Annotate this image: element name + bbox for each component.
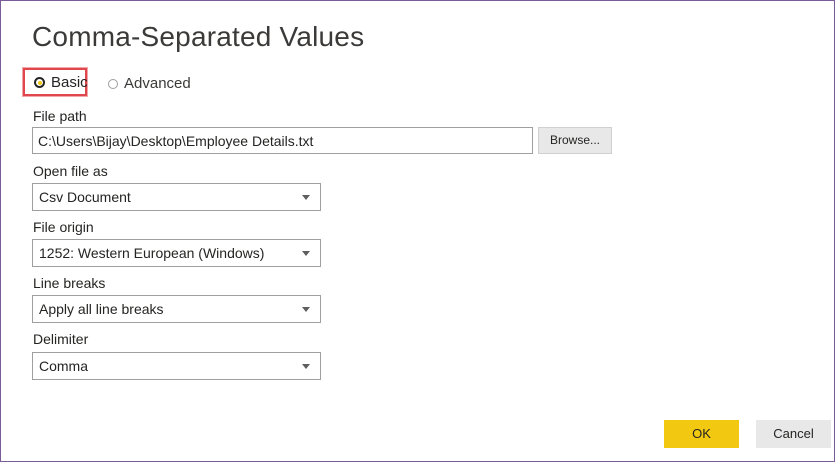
csv-dialog: Comma-Separated Values Basic Advanced Fi… [0, 0, 835, 462]
radio-basic[interactable]: Basic [34, 74, 88, 91]
radio-unchecked-icon [108, 78, 118, 89]
open-file-as-select[interactable]: Csv Document [32, 183, 321, 211]
delimiter-label: Delimiter [33, 331, 89, 347]
browse-button[interactable]: Browse... [538, 127, 612, 154]
chevron-down-icon [302, 251, 310, 256]
delimiter-value: Comma [39, 358, 89, 374]
file-origin-value: 1252: Western European (Windows) [39, 245, 265, 261]
file-origin-label: File origin [33, 219, 94, 235]
line-breaks-select[interactable]: Apply all line breaks [32, 295, 321, 323]
line-breaks-label: Line breaks [33, 275, 106, 291]
chevron-down-icon [302, 195, 310, 200]
line-breaks-value: Apply all line breaks [39, 301, 164, 317]
radio-advanced[interactable]: Advanced [108, 75, 191, 92]
file-path-label: File path [33, 108, 87, 124]
radio-advanced-label: Advanced [124, 75, 191, 92]
file-path-input[interactable]: C:\Users\Bijay\Desktop\Employee Details.… [32, 127, 533, 154]
delimiter-select[interactable]: Comma [32, 352, 321, 380]
radio-checked-icon [34, 77, 45, 88]
open-file-as-label: Open file as [33, 163, 108, 179]
open-file-as-value: Csv Document [39, 189, 131, 205]
ok-button[interactable]: OK [664, 420, 739, 448]
dialog-title: Comma-Separated Values [32, 21, 365, 52]
radio-basic-label: Basic [51, 74, 88, 91]
file-origin-select[interactable]: 1252: Western European (Windows) [32, 239, 321, 267]
mode-radio-group: Basic Advanced [23, 68, 323, 100]
chevron-down-icon [302, 307, 310, 312]
chevron-down-icon [302, 364, 310, 369]
cancel-button[interactable]: Cancel [756, 420, 831, 448]
